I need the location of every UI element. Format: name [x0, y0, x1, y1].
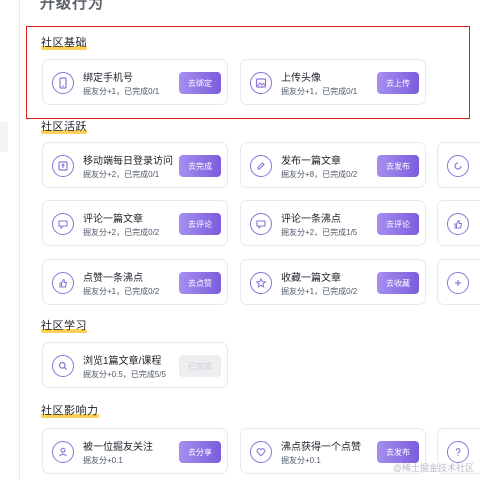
- image-icon: [250, 72, 272, 94]
- thumb-up-icon: [447, 213, 469, 235]
- publish-button[interactable]: 去发布: [377, 155, 419, 177]
- publish-button[interactable]: 去发布: [377, 441, 419, 463]
- task-title: 评论一篇文章: [83, 214, 143, 225]
- task-title: 评论一条沸点: [281, 214, 341, 225]
- search-icon: [52, 355, 74, 377]
- user-icon: [52, 441, 74, 463]
- add-icon: [447, 272, 469, 294]
- task-title: 被一位掘友关注: [83, 442, 153, 453]
- thumb-up-icon: [52, 272, 74, 294]
- task-card-browse-article: 浏览1篇文章/课程 掘友分+0.5，已完成5/5 已完成: [42, 342, 228, 388]
- task-title: 浏览1篇文章/课程: [83, 356, 162, 367]
- task-progress: 掘友分+1，已完成0/1: [83, 87, 160, 96]
- watermark: @稀土掘金技术社区: [392, 463, 474, 473]
- task-title: 收藏一篇文章: [281, 273, 341, 284]
- section-title-basic: 社区基础: [41, 34, 87, 50]
- refresh-icon: [447, 155, 469, 177]
- task-title: 移动端每日登录访问: [83, 156, 173, 167]
- task-card-mobile-login: 移动端每日登录访问 掘友分+2，已完成0/1 去完成: [42, 142, 228, 188]
- task-progress: 掘友分+2，已完成1/5: [281, 228, 358, 237]
- upload-avatar-button[interactable]: 去上传: [377, 72, 419, 94]
- page-heading: 升级行为: [40, 0, 105, 12]
- task-card-comment-pin: 评论一条沸点 掘友分+2，已完成1/5 去评论: [240, 200, 426, 246]
- task-card-partial: [437, 200, 480, 246]
- comment-icon: [52, 213, 74, 235]
- task-card-collect-article: 收藏一篇文章 掘友分+1，已完成0/2 去收藏: [240, 259, 426, 305]
- collect-button[interactable]: 去收藏: [377, 272, 419, 294]
- task-progress: 掘友分+2，已完成0/1: [83, 170, 160, 179]
- task-card-partial: [437, 259, 480, 305]
- task-progress: 掘友分+0.5，已完成5/5: [83, 370, 166, 379]
- comment-button[interactable]: 去评论: [377, 213, 419, 235]
- task-card-followed: 被一位掘友关注 掘友分+0.1 去分享: [42, 428, 228, 474]
- task-progress: 掘友分+1，已完成0/2: [83, 287, 160, 296]
- heart-icon: [250, 441, 272, 463]
- task-title: 沸点获得一个点赞: [281, 442, 361, 453]
- login-icon: [52, 155, 74, 177]
- bind-phone-button[interactable]: 去绑定: [179, 72, 221, 94]
- task-title: 上传头像: [281, 73, 321, 84]
- section-title-influence: 社区影响力: [41, 402, 99, 418]
- task-card-publish-article: 发布一篇文章 掘友分+8，已完成0/2 去发布: [240, 142, 426, 188]
- task-card-comment-article: 评论一篇文章 掘友分+2，已完成0/2 去评论: [42, 200, 228, 246]
- task-title: 发布一篇文章: [281, 156, 341, 167]
- completed-button[interactable]: 已完成: [179, 355, 221, 377]
- like-button[interactable]: 去点赞: [179, 272, 221, 294]
- sidebar-active-indicator: [0, 122, 8, 152]
- share-button[interactable]: 去分享: [179, 441, 221, 463]
- section-title-active: 社区活跃: [41, 118, 87, 134]
- task-title: 绑定手机号: [83, 73, 133, 84]
- task-progress: 掘友分+2，已完成0/2: [83, 228, 160, 237]
- phone-icon: [52, 72, 74, 94]
- task-progress: 掘友分+1，已完成0/2: [281, 287, 358, 296]
- comment-button[interactable]: 去评论: [179, 213, 221, 235]
- task-progress: 掘友分+0.1: [83, 456, 123, 465]
- complete-button[interactable]: 去完成: [179, 155, 221, 177]
- edit-icon: [250, 155, 272, 177]
- task-title: 点赞一条沸点: [83, 273, 143, 284]
- task-card-upload-avatar: 上传头像 掘友分+1，已完成0/1 去上传: [240, 59, 426, 105]
- task-card-partial: [437, 142, 480, 188]
- task-progress: 掘友分+0.1: [281, 456, 321, 465]
- task-progress: 掘友分+8，已完成0/2: [281, 170, 358, 179]
- comment-icon: [250, 213, 272, 235]
- task-progress: 掘友分+1，已完成0/1: [281, 87, 358, 96]
- left-sidebar: [0, 0, 20, 480]
- task-card-like-pin: 点赞一条沸点 掘友分+1，已完成0/2 去点赞: [42, 259, 228, 305]
- star-icon: [250, 272, 272, 294]
- question-icon: [447, 441, 469, 463]
- task-card-bind-phone: 绑定手机号 掘友分+1，已完成0/1 去绑定: [42, 59, 228, 105]
- section-title-learn: 社区学习: [41, 317, 87, 333]
